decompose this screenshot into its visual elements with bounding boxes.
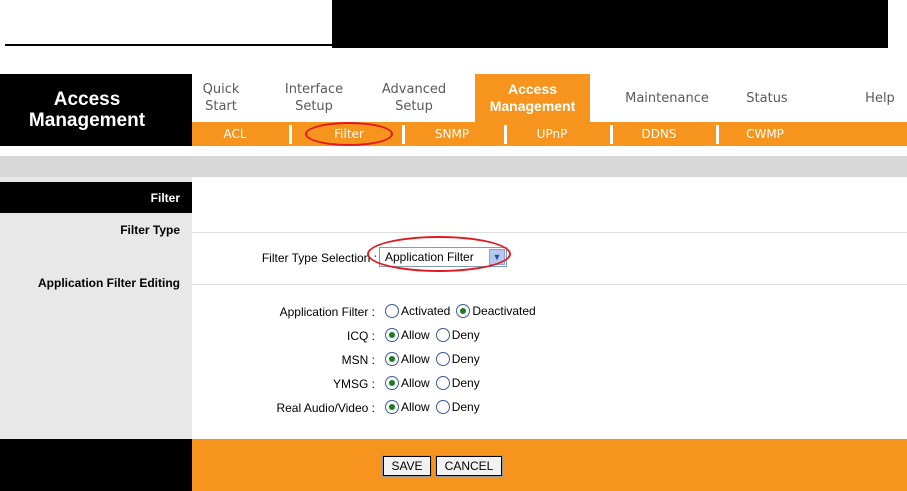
nav-quick-start-label: Quick Start <box>202 82 240 114</box>
divider-line <box>192 232 907 233</box>
ymsg-deny-radio[interactable] <box>435 376 450 390</box>
subnav-snmp[interactable]: SNMP <box>422 122 482 146</box>
ymsg-label: YMSG : <box>332 377 375 391</box>
subnav-acl[interactable]: ACL <box>210 122 260 146</box>
radio-label: Deny <box>451 400 480 414</box>
nav-status[interactable]: Status <box>737 74 797 122</box>
gray-divider-bar <box>0 156 907 177</box>
subnav-separator <box>716 125 719 144</box>
icq-allow-radio[interactable] <box>385 328 399 342</box>
nav-interface-setup-label: Interface Setup <box>284 82 344 114</box>
ymsg-allow-radio[interactable] <box>385 376 399 390</box>
icq-label: ICQ : <box>346 329 375 343</box>
subnav-separator <box>610 125 613 144</box>
subnav-separator <box>289 125 292 144</box>
nav-maintenance[interactable]: Maintenance <box>612 74 722 122</box>
top-banner-left <box>5 0 332 46</box>
filter-type-select[interactable]: Application Filter ▼ <box>379 247 507 267</box>
ymsg-radio-group: Allow Deny <box>385 376 486 390</box>
real-audio-video-radio-group: Allow Deny <box>385 400 486 414</box>
nav-access-management[interactable]: Access Management <box>475 74 590 122</box>
radio-label: Allow <box>401 376 430 390</box>
msn-deny-radio[interactable] <box>435 352 450 366</box>
nav-advanced-setup-label: Advanced Setup <box>381 82 447 114</box>
radio-label: Deny <box>451 376 480 390</box>
section-app-filter-editing-label: Application Filter Editing <box>38 276 180 290</box>
sub-nav: ACL Filter SNMP UPnP DDNS CWMP <box>192 122 907 146</box>
page-title-line1: Access <box>53 89 121 110</box>
subnav-separator <box>504 125 507 144</box>
application-filter-activated-radio[interactable] <box>385 304 399 318</box>
section-filter-header: Filter <box>0 182 192 213</box>
filter-type-selection-label: Filter Type Selection : <box>261 251 377 265</box>
radio-label: Deny <box>451 352 480 366</box>
section-filter-type-label: Filter Type <box>120 223 180 237</box>
main-nav: Quick Start Interface Setup Advanced Set… <box>192 74 907 122</box>
subnav-filter[interactable]: Filter <box>307 122 391 146</box>
icq-deny-radio[interactable] <box>435 328 450 342</box>
application-filter-deactivated-radio[interactable] <box>456 304 471 318</box>
real-audio-video-deny-radio[interactable] <box>435 400 450 414</box>
application-filter-label: Application Filter : <box>279 305 375 319</box>
msn-radio-group: Allow Deny <box>385 352 486 366</box>
nav-quick-start[interactable]: Quick Start <box>192 74 250 122</box>
footer-bar <box>192 439 907 491</box>
radio-label: Allow <box>401 352 430 366</box>
radio-label: Allow <box>401 400 430 414</box>
header: Access Management Quick Start Interface … <box>0 74 907 146</box>
subnav-ddns[interactable]: DDNS <box>624 122 694 146</box>
real-audio-video-allow-radio[interactable] <box>385 400 399 414</box>
nav-help[interactable]: Help <box>857 74 903 122</box>
radio-label: Deny <box>451 328 480 342</box>
save-button[interactable]: SAVE <box>382 455 432 477</box>
left-column <box>0 177 192 439</box>
msn-label: MSN : <box>341 353 375 367</box>
msn-allow-radio[interactable] <box>385 352 399 366</box>
nav-advanced-setup[interactable]: Advanced Setup <box>375 74 453 122</box>
subnav-upnp[interactable]: UPnP <box>517 122 587 146</box>
chevron-down-icon[interactable]: ▼ <box>489 249 505 265</box>
page: Access Management Quick Start Interface … <box>0 0 907 491</box>
page-title-line2: Management <box>28 110 146 131</box>
application-filter-radio-group: Activated Deactivated <box>385 304 542 318</box>
icq-radio-group: Allow Deny <box>385 328 486 342</box>
nav-status-label: Status <box>746 90 788 106</box>
radio-label: Deactivated <box>472 304 536 318</box>
page-title: Access Management <box>0 74 192 146</box>
nav-help-label: Help <box>865 90 895 106</box>
top-banner-divider <box>888 0 890 48</box>
nav-maintenance-label: Maintenance <box>625 90 709 106</box>
divider-line <box>192 284 907 285</box>
filter-type-select-value: Application Filter <box>385 250 474 264</box>
cancel-button[interactable]: CANCEL <box>435 455 503 477</box>
subnav-separator <box>402 125 405 144</box>
real-audio-video-label: Real Audio/Video : <box>276 401 375 415</box>
top-banner-right <box>332 0 890 48</box>
radio-label: Activated <box>401 304 451 318</box>
subnav-cwmp[interactable]: CWMP <box>730 122 800 146</box>
footer-left <box>0 439 192 491</box>
radio-label: Allow <box>401 328 430 342</box>
nav-interface-setup[interactable]: Interface Setup <box>276 74 352 122</box>
nav-access-management-label: Access Management <box>489 81 576 114</box>
